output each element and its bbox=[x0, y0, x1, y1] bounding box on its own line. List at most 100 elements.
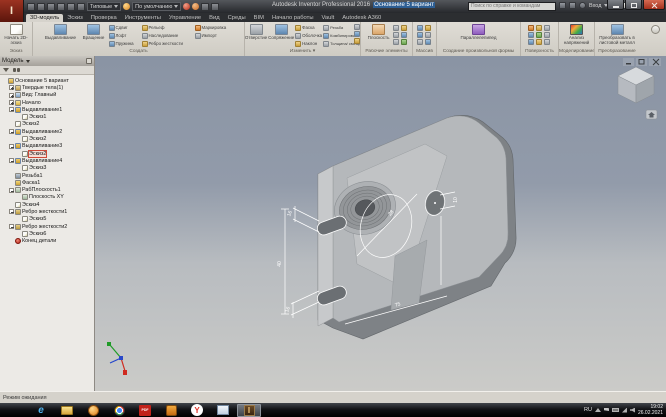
start-button[interactable] bbox=[3, 404, 27, 417]
tree-item[interactable]: Эскиз3 bbox=[0, 165, 94, 172]
coil-button[interactable]: Пружина bbox=[109, 40, 141, 47]
tab-Инструменты[interactable]: Инструменты bbox=[121, 14, 165, 22]
import-button[interactable]: Импорт bbox=[195, 32, 235, 39]
filter-icon[interactable] bbox=[3, 68, 9, 72]
appearance-dropdown[interactable]: По умолчанию bbox=[132, 2, 181, 11]
pin-icon[interactable] bbox=[86, 58, 92, 64]
collapse-icon[interactable] bbox=[9, 158, 14, 163]
minimize-button[interactable] bbox=[607, 0, 624, 10]
volume-icon[interactable] bbox=[630, 408, 635, 413]
pattern-tool-icon[interactable] bbox=[425, 39, 431, 45]
collapse-icon[interactable] bbox=[9, 224, 14, 229]
tree-item[interactable]: Конец детали bbox=[0, 238, 94, 245]
color-icon[interactable] bbox=[192, 3, 199, 10]
delete-face-icon[interactable] bbox=[354, 38, 360, 44]
chamfer-button[interactable]: Фаска bbox=[295, 24, 322, 31]
tab-3D-модель[interactable]: 3D-модель bbox=[26, 14, 63, 22]
derive-button[interactable]: Наследование bbox=[142, 32, 194, 39]
tree-item[interactable]: Эскиз1 bbox=[0, 113, 94, 120]
tree-item[interactable]: Ребро жесткости1 bbox=[0, 208, 94, 215]
battery-icon[interactable] bbox=[612, 408, 619, 412]
view-cube[interactable] bbox=[618, 67, 654, 103]
shell-button[interactable]: Оболочка bbox=[295, 32, 322, 39]
expand-icon[interactable] bbox=[9, 100, 14, 105]
pdf-reader[interactable]: PDF bbox=[133, 404, 157, 417]
thread-button[interactable]: Резьба bbox=[323, 24, 353, 31]
open-icon[interactable] bbox=[37, 3, 45, 11]
hole-button[interactable]: Отверстие bbox=[245, 23, 267, 41]
start-2d-sketch-button[interactable]: Начать 2D-эскиз bbox=[0, 23, 32, 46]
stress-analysis-button[interactable]: Анализ напряжений bbox=[560, 23, 594, 46]
point-icon[interactable] bbox=[401, 25, 407, 31]
inventor[interactable]: I bbox=[237, 404, 261, 417]
action-center-flag-icon[interactable] bbox=[604, 408, 609, 413]
ruled-surface-icon[interactable] bbox=[544, 32, 550, 38]
parameters-fx-icon[interactable] bbox=[201, 3, 209, 11]
tree-item[interactable]: Выдавливание3 bbox=[0, 143, 94, 150]
rectangular-pattern-icon[interactable] bbox=[417, 25, 423, 31]
user-avatar-icon[interactable] bbox=[579, 2, 586, 9]
ribbon-options-icon[interactable] bbox=[651, 25, 660, 34]
favorites-star-icon[interactable] bbox=[559, 2, 566, 9]
file-explorer[interactable] bbox=[55, 404, 79, 417]
axis-icon[interactable] bbox=[393, 25, 399, 31]
sculpt-icon[interactable] bbox=[536, 32, 542, 38]
rib-button[interactable]: Ребро жесткости bbox=[142, 40, 194, 47]
collapse-icon[interactable] bbox=[9, 188, 14, 193]
tab-Управление[interactable]: Управление bbox=[165, 14, 205, 22]
tree-item[interactable]: Основание 5 вариант bbox=[0, 77, 94, 84]
tab-Проверка[interactable]: Проверка bbox=[87, 14, 121, 22]
collapse-icon[interactable] bbox=[9, 129, 14, 134]
tab-Эскиз[interactable]: Эскиз bbox=[63, 14, 87, 22]
plane-button[interactable]: Плоскость bbox=[366, 23, 392, 41]
photo-viewer[interactable] bbox=[211, 404, 235, 417]
fillet-button[interactable]: Сопряжение bbox=[268, 23, 294, 41]
surface-tool-icon[interactable] bbox=[536, 39, 542, 45]
measure-icon[interactable] bbox=[211, 3, 219, 11]
save-icon[interactable] bbox=[47, 3, 55, 11]
group-label[interactable]: Изменить ▾ bbox=[245, 49, 360, 56]
tab-Среды[interactable]: Среды bbox=[224, 14, 250, 22]
new-file-icon[interactable] bbox=[27, 3, 35, 11]
pattern-tool-icon[interactable] bbox=[417, 39, 423, 45]
freeform-box-button[interactable]: Параллелепипед bbox=[459, 23, 499, 41]
doc-restore-button[interactable] bbox=[636, 58, 647, 66]
tree-item[interactable]: Эскиз2 bbox=[0, 150, 94, 157]
tree-item[interactable]: Эскиз2 bbox=[0, 121, 94, 128]
material-icon[interactable] bbox=[183, 3, 190, 10]
network-icon[interactable] bbox=[622, 408, 627, 413]
stitch-icon[interactable] bbox=[528, 25, 534, 31]
tree-item[interactable]: Выдавливание2 bbox=[0, 128, 94, 135]
help-home-icon[interactable] bbox=[569, 2, 576, 9]
chrome[interactable] bbox=[107, 404, 131, 417]
update-icon[interactable] bbox=[77, 3, 85, 11]
sketch-pattern-icon[interactable] bbox=[425, 32, 431, 38]
tree-item[interactable]: Эскиз6 bbox=[0, 230, 94, 237]
sign-in-button[interactable]: Вход bbox=[589, 3, 601, 9]
media-player[interactable] bbox=[81, 404, 105, 417]
tool-app[interactable] bbox=[159, 404, 183, 417]
ucs-icon[interactable] bbox=[393, 32, 399, 38]
tree-item[interactable]: Эскиз5 bbox=[0, 216, 94, 223]
tree-item[interactable]: Эскиз4 bbox=[0, 201, 94, 208]
yandex-browser[interactable]: Y bbox=[185, 404, 209, 417]
extrude-button[interactable]: Выдавливание bbox=[43, 23, 79, 41]
tree-item[interactable]: Эскиз2 bbox=[0, 135, 94, 142]
doc-close-button[interactable] bbox=[649, 58, 661, 66]
tab-Autodesk A360[interactable]: Autodesk A360 bbox=[338, 14, 385, 22]
tree-item[interactable]: РабПлоскость1 bbox=[0, 186, 94, 193]
browser-header[interactable]: Модель bbox=[0, 56, 94, 66]
tree-item[interactable]: Выдавливание4 bbox=[0, 157, 94, 164]
tree-item[interactable]: Твердые тела(1) bbox=[0, 84, 94, 91]
doc-minimize-button[interactable] bbox=[623, 58, 634, 66]
maximize-button[interactable] bbox=[625, 0, 642, 10]
mirror-icon[interactable] bbox=[417, 32, 423, 38]
patch-icon[interactable] bbox=[536, 25, 542, 31]
tree-item[interactable]: Ребро жесткости2 bbox=[0, 223, 94, 230]
trim-icon[interactable] bbox=[544, 25, 550, 31]
emboss-button[interactable]: Рельеф bbox=[142, 24, 194, 31]
work-point-icon[interactable] bbox=[393, 39, 399, 45]
tree-item[interactable]: Резьба1 bbox=[0, 172, 94, 179]
tree-item[interactable]: Плоскость XY bbox=[0, 194, 94, 201]
tab-Вид[interactable]: Вид bbox=[205, 14, 224, 22]
